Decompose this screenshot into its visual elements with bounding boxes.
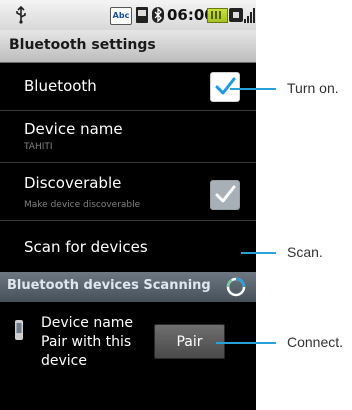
pair-button[interactable]: Pair [154,324,225,359]
bluetooth-label: Bluetooth [24,77,97,95]
sim-icon [229,8,243,22]
discoverable-label: Discoverable [24,174,122,192]
callout-line-turn-on [230,88,276,90]
device-name-label: Device name [24,120,123,138]
scanning-spinner-icon [226,277,246,297]
device-name-value: TAHITI [24,142,53,152]
page-title: Bluetooth settings [9,37,156,53]
section-title: Bluetooth devices Scanning [7,278,211,293]
discoverable-checkbox[interactable] [210,180,240,210]
callout-scan: Scan. [287,244,323,260]
callout-connect: Connect. [287,334,344,350]
signal-icon [244,8,255,23]
status-bar: Abc 06:00 [0,0,256,30]
setting-device-name[interactable]: Device name TAHITI [0,111,256,163]
scan-for-devices[interactable]: Scan for devices [0,221,256,271]
callout-line-connect [216,342,276,344]
sd-card-icon [136,7,148,23]
callout-line-scan [241,252,276,254]
device-pair-hint-line2: device [41,353,87,369]
phone-icon [15,320,23,340]
device-name-text: Device name [41,315,134,331]
discoverable-summary: Make device discoverable [24,200,141,210]
title-bar: Bluetooth settings [0,30,256,63]
checkmark-icon [215,77,236,95]
bluetooth-icon [152,7,164,23]
checkmark-icon [215,185,236,203]
bluetooth-checkbox[interactable] [210,72,240,102]
keyboard-icon: Abc [110,7,132,25]
scan-label: Scan for devices [24,238,148,256]
callout-turn-on: Turn on. [287,80,339,96]
phone-screen: Abc 06:00 Bluetooth settings Bluetooth D… [0,0,256,410]
empty-area [0,380,256,410]
usb-icon [16,6,26,24]
section-header-devices: Bluetooth devices Scanning [0,272,256,302]
setting-bluetooth[interactable]: Bluetooth [0,63,256,111]
setting-discoverable[interactable]: Discoverable Make device discoverable [0,163,256,221]
device-pair-hint-line1: Pair with this [41,334,132,350]
battery-icon [207,8,228,23]
